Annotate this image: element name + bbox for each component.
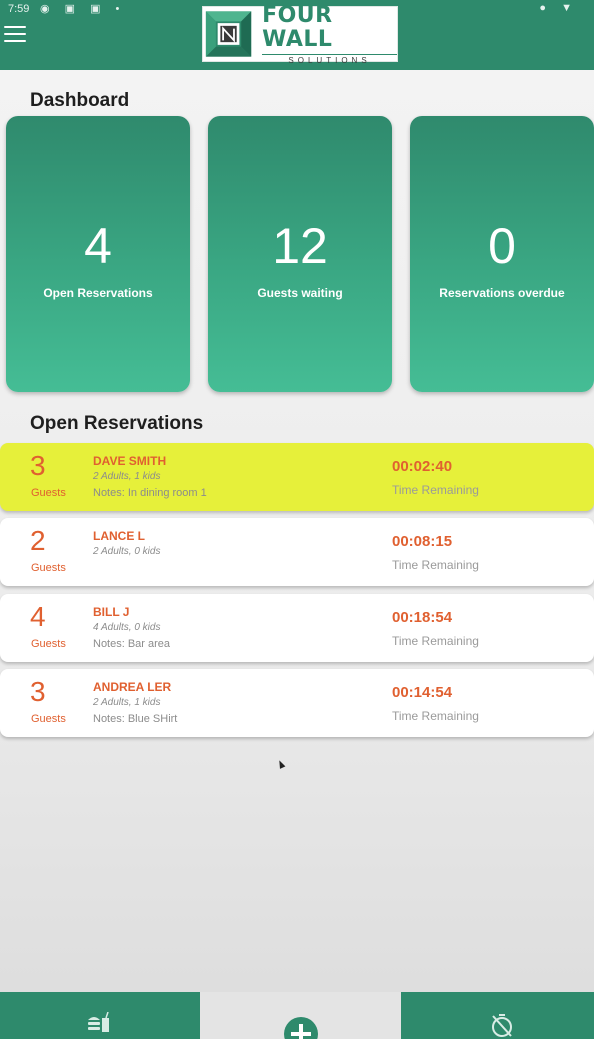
party-composition: 4 Adults, 0 kids <box>93 622 161 633</box>
card-value: 0 <box>488 218 516 274</box>
guest-count: 4 <box>30 601 46 632</box>
guest-count: 3 <box>30 676 46 707</box>
card-value: 12 <box>272 218 328 274</box>
status-time: 7:59 <box>8 3 30 15</box>
time-remaining-label: Time Remaining <box>392 558 479 572</box>
guests-label: Guests <box>31 562 66 574</box>
mouse-cursor <box>276 759 286 769</box>
time-remaining-label: Time Remaining <box>392 709 479 723</box>
card-label: Guests waiting <box>257 286 343 300</box>
time-remaining-value: 00:08:15 <box>392 533 453 550</box>
bottom-nav <box>0 992 594 1039</box>
nav-add-reservation[interactable] <box>200 992 401 1039</box>
guest-name: DAVE SMITH <box>93 454 167 468</box>
guest-count: 3 <box>30 450 46 481</box>
guests-label: Guests <box>31 638 66 650</box>
guests-label: Guests <box>31 487 66 499</box>
reservation-row[interactable]: 4 Guests BILL J 4 Adults, 0 kids Notes: … <box>0 594 594 662</box>
dashboard-title: Dashboard <box>30 90 130 111</box>
timer-off-icon <box>492 1014 512 1037</box>
menu-icon-line <box>4 26 26 28</box>
menu-icon-line <box>4 33 26 35</box>
card-value: 4 <box>84 218 112 274</box>
time-remaining-label: Time Remaining <box>392 634 479 648</box>
party-composition: 2 Adults, 0 kids <box>93 546 161 557</box>
guest-name: LANCE L <box>93 529 145 543</box>
signal-wifi-icons: ● ▼ <box>539 2 578 14</box>
card-label: Reservations overdue <box>439 286 565 300</box>
add-circle-icon <box>284 1017 318 1039</box>
notification-icons: ◉ ▣ ▣ • <box>40 3 126 15</box>
app-logo: FOUR WALL SOLUTIONS <box>202 2 398 65</box>
card-label: Open Reservations <box>43 286 153 300</box>
reservation-row[interactable]: 3 Guests DAVE SMITH 2 Adults, 1 kids Not… <box>0 443 594 511</box>
four-wall-logo-icon <box>205 11 252 57</box>
party-composition: 2 Adults, 1 kids <box>93 471 161 482</box>
card-reservations-overdue[interactable]: 0 Reservations overdue <box>410 116 594 392</box>
logo-title: FOUR WALL <box>262 2 333 52</box>
time-remaining-label: Time Remaining <box>392 483 479 497</box>
guest-name: BILL J <box>93 605 130 619</box>
reservation-row[interactable]: 3 Guests ANDREA LER 2 Adults, 1 kids Not… <box>0 669 594 737</box>
open-reservations-title: Open Reservations <box>30 413 204 434</box>
card-guests-waiting[interactable]: 12 Guests waiting <box>208 116 392 392</box>
guests-label: Guests <box>31 713 66 725</box>
guest-name: ANDREA LER <box>93 680 172 694</box>
nav-food-drink[interactable] <box>0 992 200 1039</box>
logo-text: FOUR WALL SOLUTIONS <box>262 2 397 65</box>
reservation-notes: Notes: Blue SHirt <box>93 713 178 725</box>
app-header: 7:59 ◉ ▣ ▣ • ● ▼ FOUR WALL SOLUTIONS <box>0 0 594 70</box>
reservation-notes: Notes: Bar area <box>93 638 171 650</box>
card-open-reservations[interactable]: 4 Open Reservations <box>6 116 190 392</box>
logo-subtitle: SOLUTIONS <box>262 53 397 65</box>
nav-timer[interactable] <box>401 992 594 1039</box>
food-drink-icon <box>88 1012 109 1032</box>
reservation-row[interactable]: 2 Guests LANCE L 2 Adults, 0 kids 00:08:… <box>0 518 594 586</box>
time-remaining-value: 00:18:54 <box>392 609 453 626</box>
guest-count: 2 <box>30 525 46 556</box>
time-remaining-value: 00:14:54 <box>392 684 453 701</box>
party-composition: 2 Adults, 1 kids <box>93 697 161 708</box>
time-remaining-value: 00:02:40 <box>392 458 453 475</box>
menu-button[interactable] <box>4 24 28 44</box>
menu-icon-line <box>4 40 26 42</box>
reservation-notes: Notes: In dining room 1 <box>93 487 207 499</box>
